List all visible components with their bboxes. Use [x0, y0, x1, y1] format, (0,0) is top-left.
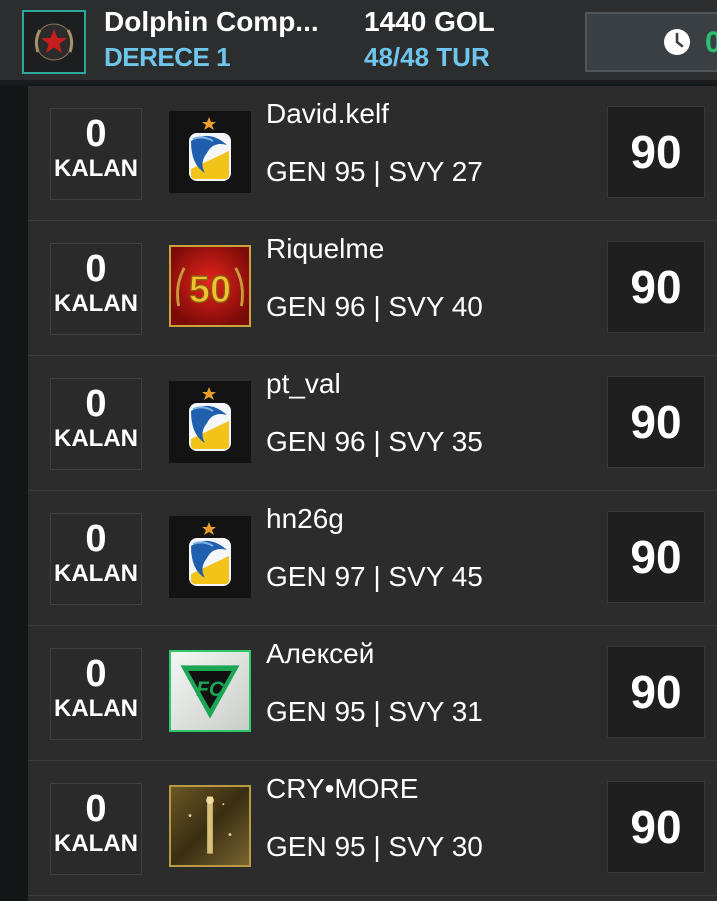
fifty-badge-icon: 50: [169, 245, 251, 327]
player-row[interactable]: 0 KALAN hn26g GEN 97 | SVY 45 90: [28, 491, 717, 626]
remaining-box: 0 KALAN: [50, 243, 142, 335]
dolphin-club-badge-icon: [169, 111, 251, 193]
player-stats: GEN 96 | SVY 35: [266, 426, 483, 457]
remaining-box: 0 KALAN: [50, 378, 142, 470]
remaining-count: 0: [85, 518, 107, 560]
badge-fifty-text: 50: [189, 269, 231, 311]
clock-icon: [664, 29, 690, 55]
player-score: 90: [607, 511, 705, 603]
remaining-count: 0: [85, 788, 107, 830]
remaining-box: 0 KALAN: [50, 108, 142, 200]
player-stats: GEN 95 | SVY 31: [266, 696, 483, 727]
remaining-count: 0: [85, 653, 107, 695]
player-name: CRY•MORE: [266, 773, 419, 804]
remaining-count: 0: [85, 248, 107, 290]
club-header: Dolphin Comp... DERECE 1 1440 GOL 48/48 …: [0, 0, 717, 83]
side-strip: [0, 86, 28, 901]
player-name: hn26g: [266, 503, 344, 534]
player-score: 90: [607, 646, 705, 738]
remaining-label: KALAN: [54, 155, 138, 182]
player-score: 90: [607, 106, 705, 198]
remaining-label: KALAN: [54, 425, 138, 452]
rounds-progress: 48/48 TUR: [364, 42, 490, 72]
player-stats: GEN 95 | SVY 27: [266, 156, 483, 187]
fc-logo-badge-icon: FC: [169, 650, 251, 732]
player-row[interactable]: 0 KALAN David.kelf GEN 95 | SVY 27 90: [28, 86, 717, 221]
remaining-box: 0 KALAN: [50, 783, 142, 875]
timer-button[interactable]: 0: [585, 12, 717, 72]
timer-value: 0: [705, 26, 717, 59]
total-goals: 1440 GOL: [364, 6, 495, 37]
remaining-label: KALAN: [54, 695, 138, 722]
laurel-star-icon: [34, 23, 74, 61]
remaining-count: 0: [85, 113, 107, 155]
remaining-box: 0 KALAN: [50, 648, 142, 740]
remaining-label: KALAN: [54, 830, 138, 857]
player-row[interactable]: 0 KALAN FC Алексей GEN 95 | SVY 31 90: [28, 626, 717, 761]
dolphin-club-badge-icon: [169, 381, 251, 463]
player-stats: GEN 95 | SVY 30: [266, 831, 483, 862]
player-row[interactable]: 0 KALAN 50 Riquelme GEN 96 | SVY 40 90: [28, 221, 717, 356]
remaining-label: KALAN: [54, 560, 138, 587]
player-name: David.kelf: [266, 98, 389, 129]
remaining-count: 0: [85, 383, 107, 425]
division-label: DERECE 1: [104, 42, 231, 72]
player-name: pt_val: [266, 368, 341, 399]
club-name: Dolphin Comp...: [104, 6, 319, 37]
player-name: Riquelme: [266, 233, 385, 264]
club-crest: [22, 10, 86, 74]
remaining-label: KALAN: [54, 290, 138, 317]
remaining-box: 0 KALAN: [50, 513, 142, 605]
player-row[interactable]: 0 KALAN pt_val GEN 96 | SVY 35 90: [28, 356, 717, 491]
player-score: 90: [607, 241, 705, 333]
player-name: Алексей: [266, 638, 375, 669]
player-stats: GEN 97 | SVY 45: [266, 561, 483, 592]
player-score: 90: [607, 376, 705, 468]
svg-text:FC: FC: [196, 678, 225, 701]
player-stats: GEN 96 | SVY 40: [266, 291, 483, 322]
player-row[interactable]: 0 KALAN CRY•MORE GEN 95 | SVY 30 90: [28, 761, 717, 896]
gold-trophy-badge-icon: [169, 785, 251, 867]
player-list: 0 KALAN David.kelf GEN 95 | SVY 27 90 0 …: [28, 86, 717, 901]
dolphin-club-badge-icon: [169, 516, 251, 598]
player-score: 90: [607, 781, 705, 873]
